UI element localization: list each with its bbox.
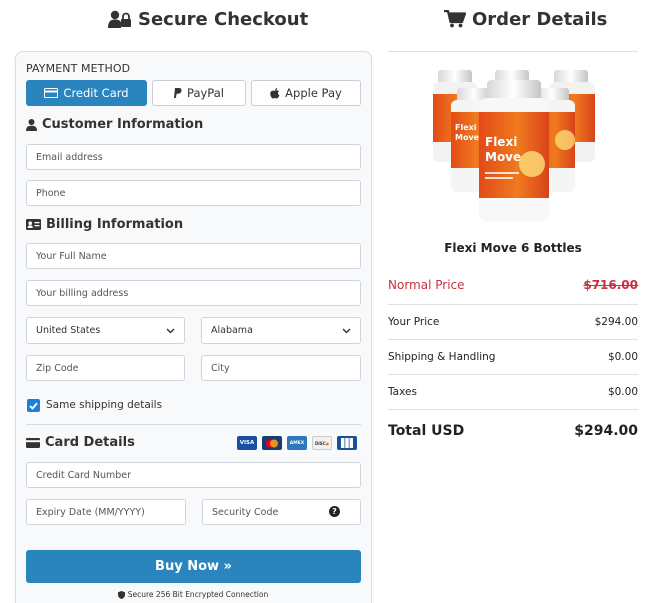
your-price-value: $294.00 [594,316,638,328]
svg-text:Move: Move [455,133,480,142]
normal-price-row: Normal Price $716.00 [388,278,638,292]
credit-card-tab[interactable]: Credit Card [26,80,147,106]
normal-price-label: Normal Price [388,278,465,292]
total-value: $294.00 [574,423,638,439]
shipping-row: Shipping & Handling $0.00 [388,351,638,363]
shipping-value: $0.00 [607,351,638,363]
user-icon [26,118,37,131]
order-details-heading: Order Details [444,6,607,32]
same-shipping-label: Same shipping details [46,399,163,411]
zip-code-field[interactable] [26,355,185,381]
same-shipping-checkbox[interactable] [27,399,40,412]
visa-logo: VISA [237,436,257,450]
secure-checkout-heading: Secure Checkout [108,6,308,32]
country-select[interactable]: United States [26,317,185,344]
order-header-divider [388,51,638,52]
buy-now-button[interactable]: Buy Now » [26,550,361,583]
order-details-title: Order Details [472,8,608,30]
total-label: Total USD [388,423,465,439]
payment-method-label: PAYMENT METHOD [26,62,131,75]
chevron-down-icon [166,328,175,333]
accepted-cards: VISA AMEX DISC ● [232,436,357,450]
paypal-tab[interactable]: PayPal [152,80,246,106]
discover-logo: DISC ● [312,436,332,450]
price-divider [388,339,638,340]
price-divider [388,409,638,410]
credit-card-tab-label: Credit Card [63,86,129,100]
price-divider [388,374,638,375]
taxes-value: $0.00 [607,386,638,398]
svg-text:Flexi: Flexi [455,123,477,132]
your-price-label: Your Price [388,316,440,328]
phone-field[interactable] [26,180,361,206]
taxes-row: Taxes $0.00 [388,386,638,398]
amex-logo: AMEX [287,436,307,450]
paypal-tab-label: PayPal [187,86,224,100]
shield-icon [117,590,125,599]
apple-pay-tab[interactable]: Apple Pay [251,80,361,106]
billing-information-heading: Billing Information [26,217,183,232]
shipping-label: Shipping & Handling [388,351,496,363]
product-name: Flexi Move 6 Bottles [444,241,582,255]
product-bottles-image: Flexi Move Flexi Move [433,70,595,222]
mastercard-logo [262,436,282,450]
country-selected-value: United States [36,325,101,336]
city-field[interactable] [201,355,361,381]
apple-icon [270,87,280,98]
state-select[interactable]: Alabama [201,317,361,344]
price-divider [388,304,638,305]
chevron-down-icon [342,328,351,333]
section-divider [26,424,361,425]
taxes-label: Taxes [388,386,417,398]
customer-information-heading: Customer Information [26,117,203,132]
checkmark-icon [29,402,38,410]
svg-text:Move: Move [485,150,521,164]
secure-checkout-title: Secure Checkout [138,8,309,30]
paypal-icon [174,87,182,98]
secure-connection-note: Secure 256 Bit Encrypted Connection [0,590,386,599]
apple-pay-tab-label: Apple Pay [285,86,342,100]
total-row: Total USD $294.00 [388,423,638,439]
question-circle-icon[interactable]: ? [329,506,340,517]
state-selected-value: Alabama [211,325,253,336]
customer-information-label: Customer Information [42,117,204,132]
your-price-row: Your Price $294.00 [388,316,638,328]
card-details-label: Card Details [45,435,135,450]
credit-card-icon [44,88,59,98]
jcb-logo [337,436,357,450]
secure-note-text: Secure 256 Bit Encrypted Connection [127,590,269,599]
billing-address-field[interactable] [26,280,361,306]
credit-card-number-field[interactable] [26,462,361,488]
billing-information-label: Billing Information [46,217,184,232]
id-card-icon [26,219,41,230]
normal-price-value: $716.00 [583,278,638,292]
svg-text:Flexi: Flexi [485,135,517,149]
user-lock-icon [108,10,131,28]
email-field[interactable] [26,144,361,170]
credit-card-icon [26,437,40,448]
card-details-heading: Card Details [26,435,135,450]
full-name-field[interactable] [26,243,361,269]
shopping-cart-icon [444,10,466,28]
expiry-date-field[interactable] [26,499,186,525]
